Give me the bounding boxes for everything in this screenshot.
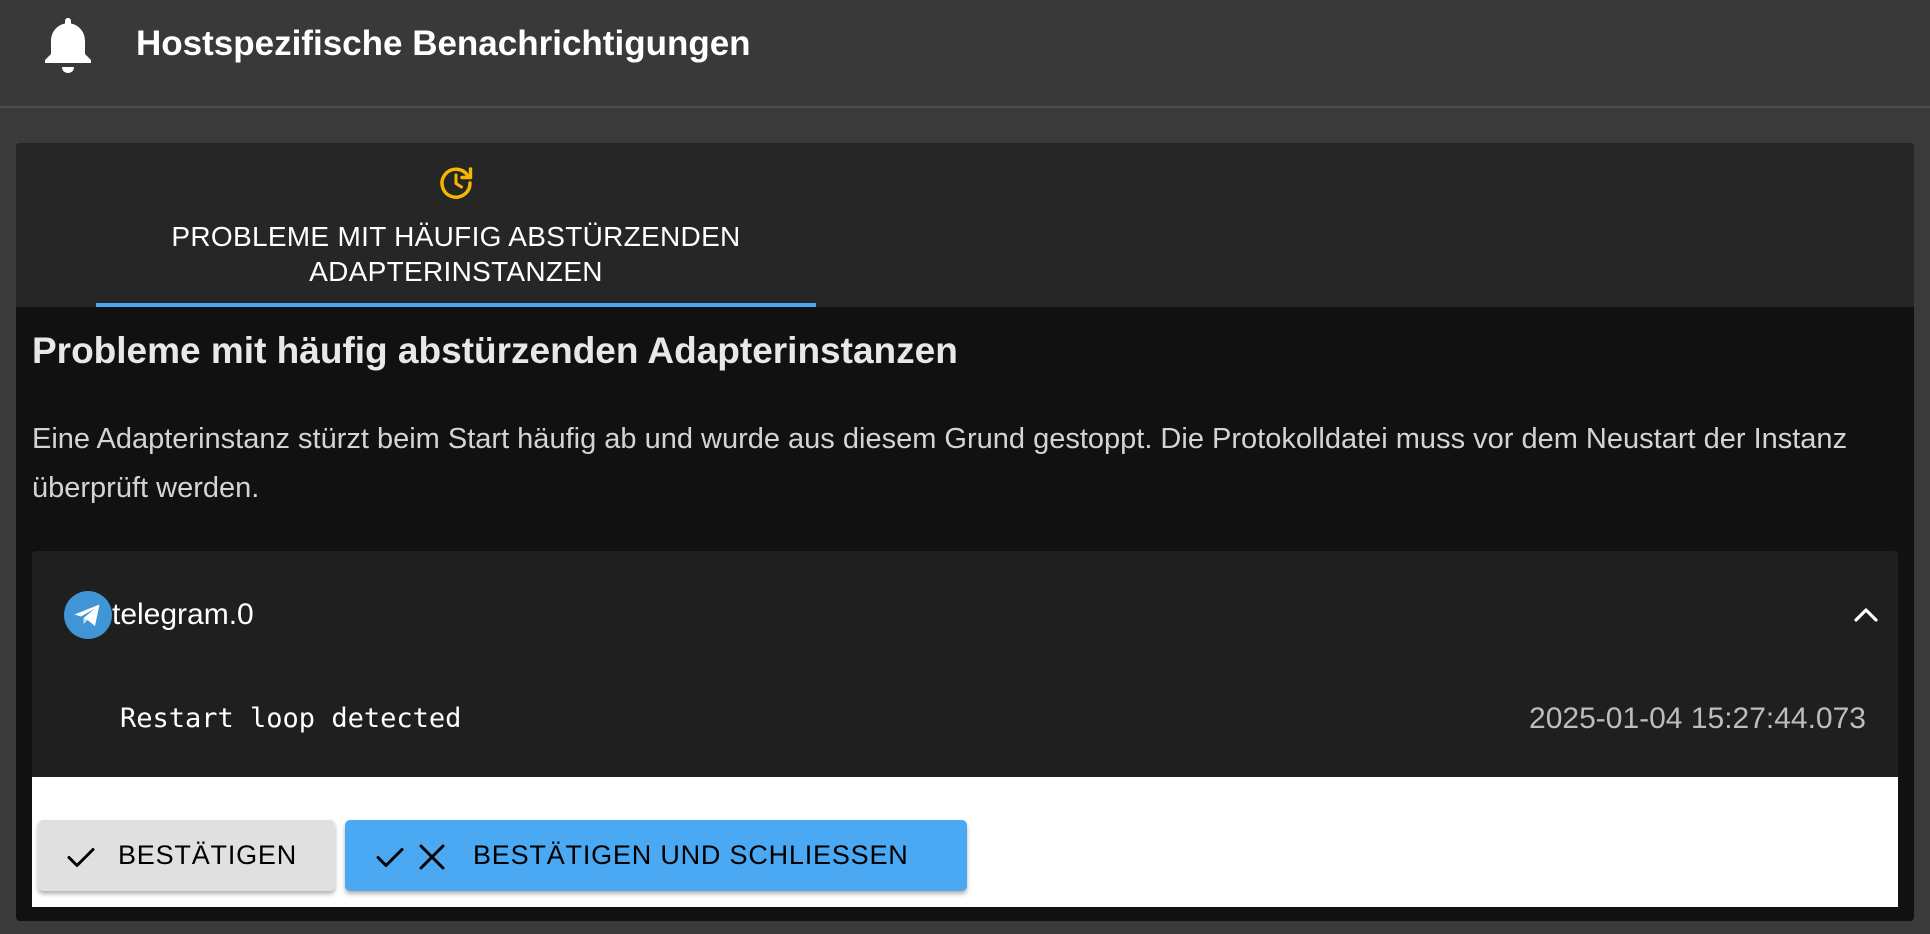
category-description: Eine Adapterinstanz stürzt beim Start hä… — [32, 423, 1848, 504]
restart-clock-icon — [440, 167, 473, 199]
notification-dialog: PROBLEME MIT HÄUFIG ABSTÜRZENDEN ADAPTER… — [16, 143, 1914, 921]
chevron-up-icon[interactable] — [1852, 601, 1880, 629]
confirm-button[interactable]: BESTÄTIGEN — [38, 820, 335, 891]
instance-accordion: telegram.0 Restart loop detected 2025-01… — [32, 551, 1898, 777]
instance-message: Restart loop detected — [120, 703, 462, 734]
check-icon — [376, 848, 404, 867]
tab-label: PROBLEME MIT HÄUFIG ABSTÜRZENDEN ADAPTER… — [96, 219, 816, 289]
telegram-icon — [64, 591, 112, 639]
tab-crashing-instances[interactable]: PROBLEME MIT HÄUFIG ABSTÜRZENDEN ADAPTER… — [96, 143, 816, 307]
page-title: Hostspezifische Benachrichtigungen — [136, 24, 751, 63]
dialog-actions: BESTÄTIGEN BESTÄTIGEN UND SCHLIESSEN — [32, 777, 1898, 907]
bell-icon — [45, 18, 91, 73]
check-icon — [67, 848, 95, 867]
tab-label-line1: PROBLEME MIT HÄUFIG ABSTÜRZENDEN — [171, 221, 741, 252]
tab-active-indicator — [96, 303, 816, 307]
tab-label-line2: ADAPTERINSTANZEN — [309, 256, 603, 287]
category-heading: Probleme mit häufig abstürzenden Adapter… — [32, 330, 958, 371]
app-header: Hostspezifische Benachrichtigungen — [0, 0, 1930, 108]
message-timestamp: 2025-01-04 15:27:44.073 — [1529, 702, 1866, 735]
tab-bar: PROBLEME MIT HÄUFIG ABSTÜRZENDEN ADAPTER… — [16, 143, 1914, 307]
accordion-header[interactable]: telegram.0 — [32, 551, 1898, 671]
close-icon — [419, 844, 445, 870]
confirm-button-label: BESTÄTIGEN — [118, 840, 298, 870]
instance-name: telegram.0 — [112, 598, 254, 631]
confirm-and-close-button-label: BESTÄTIGEN UND SCHLIESSEN — [473, 840, 909, 870]
confirm-and-close-button[interactable]: BESTÄTIGEN UND SCHLIESSEN — [345, 820, 967, 891]
